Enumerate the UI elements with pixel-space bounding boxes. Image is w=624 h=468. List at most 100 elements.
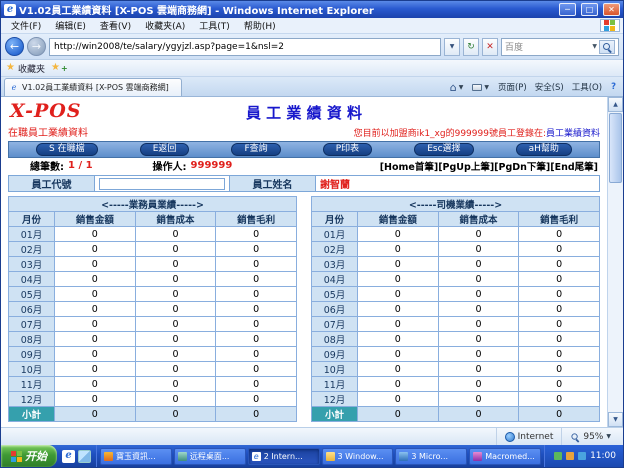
address-bar[interactable]: http://win2008/te/salary/ygyjzl.asp?page… bbox=[49, 38, 441, 56]
employee-name-label: 員工姓名 bbox=[230, 176, 316, 191]
print-button[interactable]: ▼ bbox=[468, 84, 493, 91]
action-button[interactable]: F查詢 bbox=[231, 143, 280, 156]
value-cell: 0 bbox=[55, 362, 136, 377]
value-cell: 0 bbox=[519, 272, 600, 287]
address-dropdown-button[interactable]: ▼ bbox=[444, 38, 460, 56]
menu-item[interactable]: 帮助(H) bbox=[237, 19, 283, 32]
taskbar-task[interactable]: Macromed... bbox=[469, 448, 541, 465]
action-button[interactable]: E返回 bbox=[140, 143, 190, 156]
taskbar-task[interactable]: 寶玉資訊... bbox=[100, 448, 172, 465]
taskbar-task[interactable]: 2 Intern... bbox=[248, 448, 320, 465]
printer-icon bbox=[472, 84, 482, 91]
month-cell: 11月 bbox=[9, 377, 55, 392]
home-button[interactable]: ⌂ ▼ bbox=[446, 81, 468, 94]
taskbar-task[interactable]: 远程桌面... bbox=[174, 448, 246, 465]
value-cell: 0 bbox=[519, 287, 600, 302]
taskbar-task[interactable]: 3 Window... bbox=[322, 448, 394, 465]
navigation-bar: ← → http://win2008/te/salary/ygyjzl.asp?… bbox=[1, 34, 623, 60]
value-cell: 0 bbox=[358, 377, 439, 392]
subtotal-value-cell: 0 bbox=[216, 407, 297, 422]
start-button[interactable]: 开始 bbox=[1, 445, 57, 467]
page-subheader: 在職員工業績資料 您目前以加盟商ik1_xg的999999號員工登錄在:員工業績… bbox=[8, 124, 600, 139]
month-cell: 12月 bbox=[312, 392, 358, 407]
value-cell: 0 bbox=[358, 392, 439, 407]
menu-items: 文件(F)编辑(E)查看(V)收藏夹(A)工具(T)帮助(H) bbox=[4, 19, 283, 32]
menu-item[interactable]: 查看(V) bbox=[93, 19, 138, 32]
subtotal-row: 小計000 bbox=[9, 407, 297, 422]
subtotal-value-cell: 0 bbox=[55, 407, 136, 422]
record-info-row: 總筆數: 1 / 1 操作人: 999999 [Home首筆][PgUp上筆][… bbox=[8, 158, 600, 173]
caret-icon: ▼ bbox=[484, 84, 489, 91]
scroll-thumb[interactable] bbox=[609, 113, 622, 183]
value-cell: 0 bbox=[135, 347, 216, 362]
menu-item[interactable]: 编辑(E) bbox=[48, 19, 93, 32]
content-area: X-POS 員 工 業 績 資 料 在職員工業績資料 您目前以加盟商ik1_xg… bbox=[1, 97, 623, 427]
minimize-button[interactable]: ─ bbox=[559, 3, 576, 16]
help-button[interactable]: ? bbox=[607, 82, 620, 92]
address-url[interactable]: http://win2008/te/salary/ygyjzl.asp?page… bbox=[54, 42, 436, 52]
search-dropdown-icon[interactable]: ▼ bbox=[592, 43, 597, 50]
zoom-control[interactable]: 95% ▼ bbox=[561, 428, 619, 445]
search-box[interactable]: 百度 ▼ bbox=[501, 38, 619, 56]
command-items: 页面(P)安全(S)工具(O) bbox=[494, 81, 606, 93]
maximize-button[interactable]: □ bbox=[581, 3, 598, 16]
taskbar-task[interactable]: 3 Micro... bbox=[395, 448, 467, 465]
tray-icon[interactable] bbox=[566, 452, 574, 460]
menu-item[interactable]: 工具(T) bbox=[192, 19, 237, 32]
subtotal-value-cell: 0 bbox=[519, 407, 600, 422]
value-cell: 0 bbox=[358, 302, 439, 317]
value-cell: 0 bbox=[216, 347, 297, 362]
login-info-page-link[interactable]: 員工業績資料 bbox=[546, 129, 600, 139]
favorites-button[interactable]: ★ 收藏夹 bbox=[6, 62, 45, 75]
month-cell: 02月 bbox=[9, 242, 55, 257]
value-cell: 0 bbox=[216, 272, 297, 287]
menu-item[interactable]: 文件(F) bbox=[4, 19, 48, 32]
back-button[interactable]: ← bbox=[5, 37, 24, 56]
quick-launch-ie-icon[interactable]: e bbox=[62, 450, 75, 463]
command-item[interactable]: 页面(P) bbox=[494, 81, 531, 93]
value-cell: 0 bbox=[519, 242, 600, 257]
windows-taskbar: 开始 e 寶玉資訊... 远程桌面...2 Intern...3 Window..… bbox=[1, 445, 623, 467]
menu-bar: 文件(F)编辑(E)查看(V)收藏夹(A)工具(T)帮助(H) bbox=[1, 18, 623, 34]
value-cell: 0 bbox=[216, 227, 297, 242]
month-row: 07月000 bbox=[9, 317, 297, 332]
month-cell: 08月 bbox=[9, 332, 55, 347]
close-button[interactable]: ✕ bbox=[603, 3, 620, 16]
refresh-button[interactable]: ↻ bbox=[463, 38, 479, 56]
scroll-up-button[interactable]: ▲ bbox=[608, 97, 623, 112]
task-icon bbox=[104, 452, 113, 461]
scroll-track[interactable] bbox=[608, 184, 623, 412]
month-cell: 06月 bbox=[9, 302, 55, 317]
vertical-scrollbar[interactable]: ▲ ▼ bbox=[607, 97, 623, 427]
browser-tab[interactable]: e V1.02員工業績資料 [X-POS 雲端商務網] bbox=[4, 78, 182, 96]
record-count-value: 1 / 1 bbox=[68, 160, 93, 171]
month-row: 12月000 bbox=[312, 392, 600, 407]
search-provider-text[interactable]: 百度 bbox=[505, 40, 590, 53]
action-button[interactable]: aH幫助 bbox=[516, 143, 572, 156]
task-label: 3 Micro... bbox=[411, 452, 448, 461]
scroll-down-button[interactable]: ▼ bbox=[608, 412, 623, 427]
tray-icon[interactable] bbox=[554, 452, 562, 460]
menu-item[interactable]: 收藏夹(A) bbox=[138, 19, 192, 32]
stop-button[interactable]: ✕ bbox=[482, 38, 498, 56]
forward-button[interactable]: → bbox=[27, 37, 46, 56]
value-cell: 0 bbox=[135, 377, 216, 392]
search-button[interactable] bbox=[599, 40, 615, 54]
month-row: 09月000 bbox=[9, 347, 297, 362]
task-label: 寶玉資訊... bbox=[116, 451, 156, 462]
month-row: 02月000 bbox=[312, 242, 600, 257]
action-button[interactable]: Esc選擇 bbox=[414, 143, 473, 156]
add-favorite-button[interactable]: ★ + bbox=[51, 63, 68, 73]
month-row: 06月000 bbox=[312, 302, 600, 317]
command-item[interactable]: 安全(S) bbox=[531, 81, 568, 93]
action-button[interactable]: P印表 bbox=[323, 143, 372, 156]
salesman-performance-table: <-----業務員業績-----> 月份銷售金額銷售成本銷售毛利 01月0000… bbox=[8, 196, 297, 422]
employee-code-input[interactable] bbox=[99, 178, 225, 190]
show-desktop-icon[interactable] bbox=[78, 450, 91, 463]
tray-icon[interactable] bbox=[578, 452, 586, 460]
driver-performance-table: <-----司機業績-----> 月份銷售金額銷售成本銷售毛利 01月00002… bbox=[311, 196, 600, 422]
action-button[interactable]: S 在職檔 bbox=[36, 143, 98, 156]
command-item[interactable]: 工具(O) bbox=[568, 81, 606, 93]
month-row: 07月000 bbox=[312, 317, 600, 332]
page-header: X-POS 員 工 業 績 資 料 bbox=[8, 100, 600, 124]
